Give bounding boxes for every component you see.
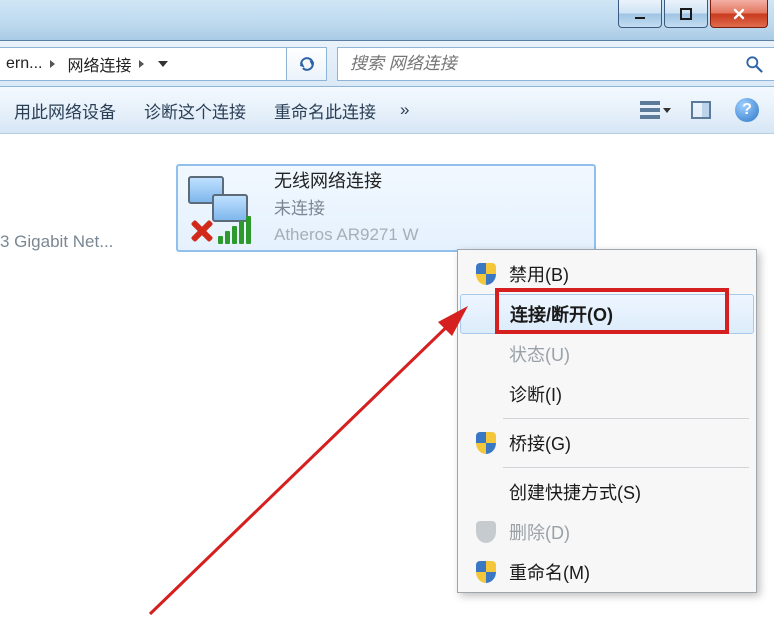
shield-icon [476,561,496,583]
adjacent-adapter-text: 3 Gigabit Net... [0,232,113,252]
menu-item-status: 状态(U) [461,334,753,374]
menu-item-rename-label: 重命名(M) [509,559,590,585]
toolbar-use-device-label: 用此网络设备 [14,98,116,123]
breadcrumb-crumb-1-label: ern... [6,55,42,73]
breadcrumb-dropdown[interactable] [150,48,174,80]
shield-icon [476,263,496,285]
toolbar-use-device[interactable]: 用此网络设备 [0,87,130,133]
search-box[interactable] [337,47,774,81]
search-icon [744,54,764,74]
search-input[interactable] [338,54,734,74]
toolbar-diagnose-label: 诊断这个连接 [144,98,246,123]
menu-item-create-shortcut[interactable]: 创建快捷方式(S) [461,472,753,512]
menu-item-connect-disconnect-label: 连接/断开(O) [510,301,613,327]
help-icon: ? [735,98,759,122]
adapter-context-menu: 禁用(B) 连接/断开(O) 状态(U) 诊断(I) 桥接(G) 创建快捷方式(… [457,249,757,593]
help-button[interactable]: ? [726,92,768,128]
chevron-right-icon [139,60,144,68]
breadcrumb[interactable]: ern... 网络连接 [0,47,287,81]
toolbar-diagnose[interactable]: 诊断这个连接 [130,87,260,133]
shield-icon [476,521,496,543]
window-titlebar [0,0,774,41]
chevron-right-icon [50,60,55,68]
wireless-adapter-item[interactable]: 无线网络连接 未连接 Atheros AR9271 W [176,164,596,252]
menu-item-bridge-label: 桥接(G) [509,430,571,456]
annotation-arrow [130,294,500,624]
breadcrumb-crumb-1[interactable]: ern... [0,48,61,80]
menu-item-disable-label: 禁用(B) [509,261,569,287]
command-toolbar: 用此网络设备 诊断这个连接 重命名此连接 » ? [0,87,774,134]
adapter-status: 未连接 [274,196,419,222]
search-button[interactable] [734,47,774,81]
minimize-button[interactable] [618,0,662,28]
menu-separator [503,418,749,419]
toolbar-overflow[interactable]: » [390,100,419,120]
menu-separator [503,467,749,468]
network-adapter-icon [184,172,264,244]
toolbar-rename[interactable]: 重命名此连接 [260,87,390,133]
wifi-signal-icon [218,216,251,244]
menu-item-diagnose-label: 诊断(I) [509,381,562,407]
refresh-button[interactable] [287,47,327,81]
toolbar-rename-label: 重命名此连接 [274,98,376,123]
menu-item-diagnose[interactable]: 诊断(I) [461,374,753,414]
breadcrumb-crumb-2[interactable]: 网络连接 [61,48,150,80]
adapter-name: 无线网络连接 [274,168,419,196]
chevron-down-icon [663,108,671,113]
content-area: 3 Gigabit Net... 无线网络连接 未连接 Atheros AR92… [0,134,774,579]
menu-item-bridge[interactable]: 桥接(G) [461,423,753,463]
refresh-icon [297,54,317,74]
shield-icon [476,432,496,454]
address-bar: ern... 网络连接 [0,41,774,87]
maximize-button[interactable] [664,0,708,28]
disconnected-x-icon [188,218,214,244]
menu-item-delete: 删除(D) [461,512,753,552]
preview-pane-button[interactable] [680,92,722,128]
menu-item-disable[interactable]: 禁用(B) [461,254,753,294]
chevron-down-icon [158,61,168,67]
menu-item-create-shortcut-label: 创建快捷方式(S) [509,479,641,505]
menu-item-delete-label: 删除(D) [509,519,570,545]
menu-item-connect-disconnect[interactable]: 连接/断开(O) [460,294,754,334]
close-button[interactable] [710,0,768,28]
toolbar-overflow-label: » [400,100,409,119]
menu-item-rename[interactable]: 重命名(M) [461,552,753,592]
menu-item-status-label: 状态(U) [509,341,570,367]
adapter-device: Atheros AR9271 W [274,222,419,248]
view-options-button[interactable] [634,92,676,128]
view-options-icon [640,101,660,119]
breadcrumb-crumb-2-label: 网络连接 [67,52,131,76]
preview-pane-icon [691,101,711,119]
